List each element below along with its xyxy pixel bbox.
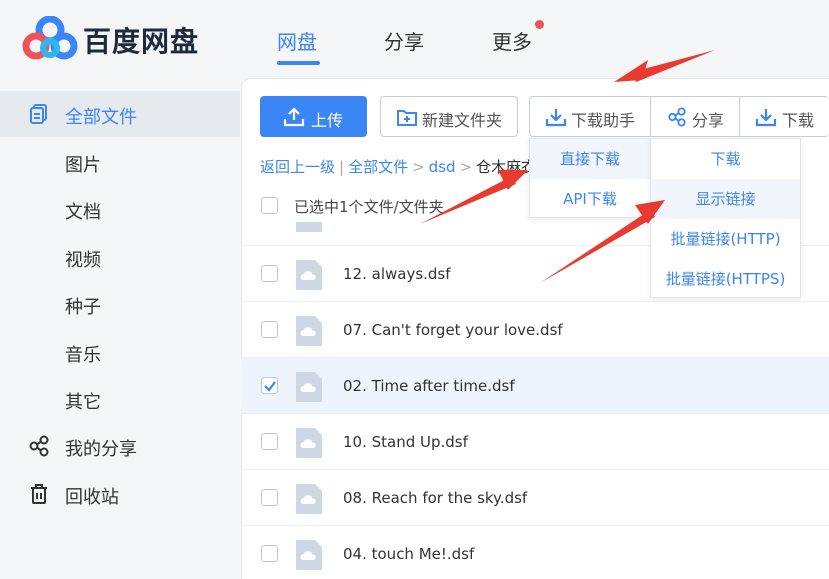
baidu-netdisk-logo-icon[interactable] bbox=[22, 16, 78, 62]
cloud-file-icon bbox=[296, 428, 322, 458]
topnav-share[interactable]: 分享 bbox=[384, 26, 424, 55]
download-icon bbox=[545, 109, 567, 127]
row-checkbox[interactable] bbox=[261, 489, 278, 506]
row-checkbox[interactable] bbox=[261, 265, 278, 282]
file-name[interactable]: 04. touch Me!.dsf bbox=[343, 545, 474, 563]
selection-count-text: 已选中1个文件/文件夹 bbox=[294, 198, 444, 216]
file-name[interactable]: 10. Stand Up.dsf bbox=[343, 433, 468, 451]
sidebar-item-recycle-bin[interactable]: 回收站 bbox=[0, 471, 240, 517]
sidebar-item-label: 其它 bbox=[65, 392, 101, 413]
sidebar-item-documents[interactable]: 文档 bbox=[0, 186, 240, 232]
menu-item-batch-link-http[interactable]: 批量链接(HTTP) bbox=[651, 219, 800, 259]
sidebar-item-label: 全部文件 bbox=[65, 107, 137, 128]
menu-item-show-link[interactable]: 显示链接 bbox=[651, 179, 800, 219]
file-icon bbox=[296, 222, 322, 232]
cloud-file-icon bbox=[296, 540, 322, 570]
sidebar-item-pictures[interactable]: 图片 bbox=[0, 139, 240, 185]
menu-item-api-download[interactable]: API下载 bbox=[530, 179, 650, 219]
download-helper-menu: 直接下载 API下载 bbox=[529, 138, 651, 218]
sidebar-item-label: 视频 bbox=[65, 250, 101, 271]
row-checkbox[interactable] bbox=[261, 545, 278, 562]
file-name[interactable]: 07. Can't forget your love.dsf bbox=[343, 321, 563, 339]
table-row[interactable]: 10. Stand Up.dsf bbox=[241, 414, 829, 470]
row-checkbox[interactable] bbox=[261, 433, 278, 450]
notification-badge bbox=[535, 20, 544, 29]
breadcrumb-back-link[interactable]: 返回上一级 bbox=[260, 158, 335, 176]
row-checkbox[interactable] bbox=[261, 321, 278, 338]
download-helper-button-label: 下载助手 bbox=[571, 111, 636, 130]
sidebar-item-label: 我的分享 bbox=[65, 439, 137, 460]
cloud-file-icon bbox=[296, 316, 322, 346]
share-menu: 下载 显示链接 批量链接(HTTP) 批量链接(HTTPS) bbox=[650, 138, 801, 298]
breadcrumb-current: 仓木麻衣 bbox=[476, 158, 537, 176]
download-button[interactable]: 下载 bbox=[739, 96, 829, 137]
upload-icon bbox=[283, 107, 305, 127]
menu-item-batch-link-https[interactable]: 批量链接(HTTPS) bbox=[651, 259, 800, 299]
new-folder-button-label: 新建文件夹 bbox=[422, 111, 503, 130]
share-icon bbox=[668, 107, 686, 127]
sidebar-item-label: 图片 bbox=[65, 155, 101, 176]
sidebar-item-other[interactable]: 其它 bbox=[0, 376, 240, 422]
topnav-more[interactable]: 更多 bbox=[492, 26, 532, 55]
upload-button[interactable]: 上传 bbox=[260, 96, 367, 137]
topnav-netdisk[interactable]: 网盘 bbox=[277, 26, 317, 55]
sidebar-item-my-shares[interactable]: 我的分享 bbox=[0, 423, 240, 469]
table-row[interactable]: 07. Can't forget your love.dsf bbox=[241, 302, 829, 358]
new-folder-button[interactable]: 新建文件夹 bbox=[380, 96, 518, 137]
sidebar-item-label: 回收站 bbox=[65, 487, 119, 508]
table-row[interactable]: 04. touch Me!.dsf bbox=[241, 526, 829, 579]
table-row[interactable]: 08. Reach for the sky.dsf bbox=[241, 470, 829, 526]
sidebar-item-label: 种子 bbox=[65, 297, 101, 318]
files-icon bbox=[30, 104, 47, 124]
share-button[interactable]: 分享 bbox=[650, 96, 740, 137]
download-icon bbox=[755, 109, 777, 127]
breadcrumb-folder-link[interactable]: dsd bbox=[429, 158, 456, 176]
trash-icon bbox=[31, 484, 47, 504]
file-name[interactable]: 12. always.dsf bbox=[343, 265, 451, 283]
download-button-label: 下载 bbox=[782, 111, 815, 130]
upload-button-label: 上传 bbox=[311, 111, 344, 130]
share-icon bbox=[29, 435, 49, 457]
new-folder-icon bbox=[397, 110, 417, 126]
cloud-file-icon bbox=[296, 260, 322, 290]
sidebar-item-all-files[interactable]: 全部文件 bbox=[0, 91, 240, 137]
sidebar-item-torrents[interactable]: 种子 bbox=[0, 281, 240, 327]
breadcrumb-all-files-link[interactable]: 全部文件 bbox=[348, 158, 408, 176]
row-checkbox-checked[interactable] bbox=[261, 377, 278, 394]
file-name[interactable]: 08. Reach for the sky.dsf bbox=[343, 489, 527, 507]
menu-item-direct-download[interactable]: 直接下载 bbox=[530, 139, 650, 179]
topnav-active-underline bbox=[277, 61, 320, 65]
breadcrumb: 返回上一级 | 全部文件 > dsd > 仓木麻衣 bbox=[260, 158, 537, 176]
cloud-file-icon bbox=[296, 484, 322, 514]
sidebar-item-videos[interactable]: 视频 bbox=[0, 234, 240, 280]
file-name[interactable]: 02. Time after time.dsf bbox=[343, 377, 515, 395]
select-all-checkbox[interactable] bbox=[261, 197, 278, 214]
menu-item-download[interactable]: 下载 bbox=[651, 139, 800, 179]
download-helper-button[interactable]: 下载助手 bbox=[529, 96, 651, 137]
sidebar-item-music[interactable]: 音乐 bbox=[0, 329, 240, 375]
checkmark-icon bbox=[264, 381, 276, 392]
top-bar: 百度网盘 网盘 分享 更多 bbox=[0, 0, 829, 78]
brand-name: 百度网盘 bbox=[83, 25, 200, 58]
sidebar-item-label: 文档 bbox=[65, 202, 101, 223]
table-row-selected[interactable]: 02. Time after time.dsf bbox=[241, 358, 829, 414]
share-button-label: 分享 bbox=[692, 111, 725, 130]
cloud-file-icon bbox=[296, 372, 322, 402]
sidebar-item-label: 音乐 bbox=[65, 345, 101, 366]
